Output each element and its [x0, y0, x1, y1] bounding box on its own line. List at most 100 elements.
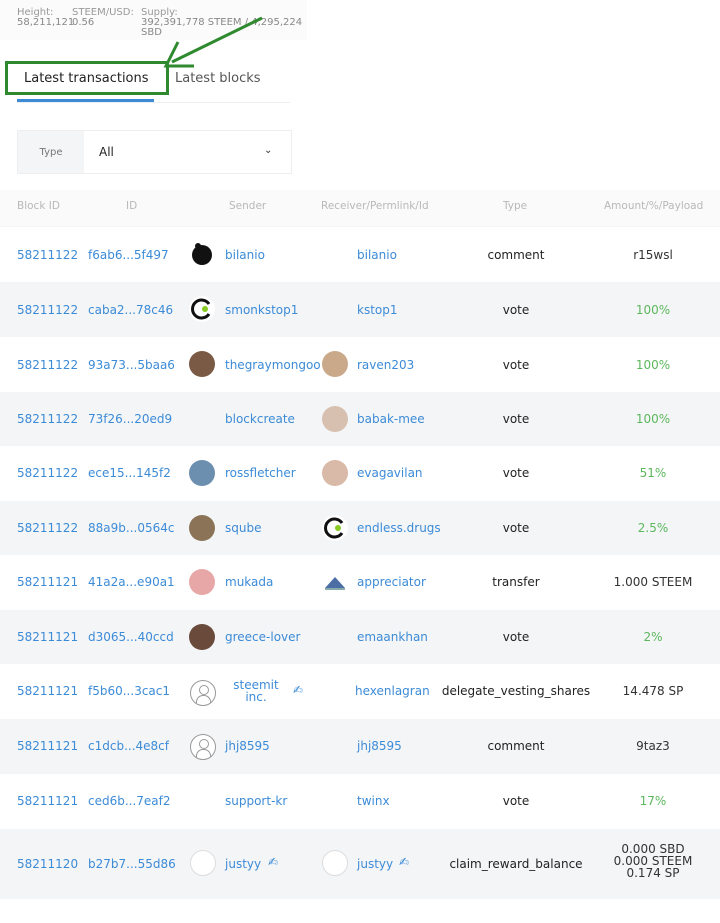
avatar: [322, 515, 348, 541]
table-row: 58211122 88a9b...0564c sqube endless.dru…: [0, 501, 720, 555]
block-id-link[interactable]: 58211122: [17, 412, 78, 426]
tx-type: comment: [487, 248, 545, 262]
tx-id-link[interactable]: 41a2a...e90a1: [88, 575, 175, 589]
block-id-link[interactable]: 58211122: [17, 358, 78, 372]
avatar: [189, 351, 215, 377]
tx-id-link[interactable]: 73f26...20ed9: [88, 412, 172, 426]
block-id-link[interactable]: 58211122: [17, 303, 78, 317]
tx-type: vote: [502, 303, 530, 317]
tx-id-link[interactable]: f5b60...3cac1: [88, 684, 170, 698]
header-block-id: Block ID: [17, 200, 60, 212]
tx-id-link[interactable]: f6ab6...5f497: [88, 248, 169, 262]
sender-link[interactable]: rossfletcher: [225, 466, 296, 480]
sender-link[interactable]: support-kr: [225, 794, 287, 808]
sender-link[interactable]: justyy: [225, 857, 261, 871]
receiver-link[interactable]: appreciator: [357, 575, 426, 589]
type-filter-label: Type: [18, 131, 84, 173]
receiver-link[interactable]: kstop1: [357, 303, 398, 317]
receiver-link[interactable]: jhj8595: [357, 739, 402, 753]
table-row: ✍ ✍ 58211120 b27b7...55d86 justyy justyy…: [0, 829, 720, 899]
type-filter-value[interactable]: All: [99, 145, 114, 159]
avatar: [189, 460, 215, 486]
tx-amount: r15wsl: [633, 248, 673, 262]
receiver-link[interactable]: bilanio: [357, 248, 397, 262]
avatar: [189, 241, 215, 267]
default-avatar-icon: [190, 680, 216, 706]
tx-type: vote: [502, 794, 530, 808]
sender-link[interactable]: thegraymongoo: [225, 358, 321, 372]
tx-id-link[interactable]: 93a73...5baa6: [88, 358, 175, 372]
tx-amount: 14.478 SP: [622, 684, 684, 698]
tx-id-link[interactable]: ced6b...7eaf2: [88, 794, 171, 808]
tx-id-link[interactable]: b27b7...55d86: [88, 857, 176, 871]
table-row: 58211122 ece15...145f2 rossfletcher evag…: [0, 446, 720, 501]
avatar: [189, 515, 215, 541]
block-id-link[interactable]: 58211121: [17, 794, 78, 808]
block-id-link[interactable]: 58211121: [17, 630, 78, 644]
tx-type: vote: [502, 630, 530, 644]
tx-id-link[interactable]: ece15...145f2: [88, 466, 171, 480]
tx-id-link[interactable]: 88a9b...0564c: [88, 521, 174, 535]
avatar: [322, 351, 348, 377]
delegation-icon: ✍: [293, 683, 304, 697]
avatar: [190, 850, 216, 876]
tx-amount: 100%: [635, 358, 671, 372]
sender-link[interactable]: jhj8595: [225, 739, 270, 753]
table-row: 58211121 ced6b...7eaf2 support-kr twinx …: [0, 774, 720, 829]
tx-type: vote: [502, 412, 530, 426]
avatar: [189, 569, 215, 595]
tx-type: comment: [487, 739, 545, 753]
chevron-down-icon[interactable]: ⌄: [264, 145, 272, 156]
sender-link[interactable]: sqube: [225, 521, 261, 535]
avatar: [322, 460, 348, 486]
avatar: [322, 850, 348, 876]
receiver-link[interactable]: raven203: [357, 358, 414, 372]
table-row-partial: [0, 899, 720, 923]
receiver-link[interactable]: evagavilan: [357, 466, 423, 480]
avatar: [189, 624, 215, 650]
header-type: Type: [503, 200, 528, 212]
block-id-link[interactable]: 58211122: [17, 248, 78, 262]
type-filter[interactable]: Type All ⌄: [17, 130, 292, 174]
receiver-link[interactable]: emaankhan: [357, 630, 428, 644]
table-row: 58211121 d3065...40ccd greece-lover emaa…: [0, 610, 720, 664]
tx-amount: 17%: [639, 794, 667, 808]
sender-link[interactable]: smonkstop1: [225, 303, 298, 317]
tx-id-link[interactable]: d3065...40ccd: [88, 630, 174, 644]
block-id-link[interactable]: 58211121: [17, 684, 78, 698]
sender-link[interactable]: steemit inc.: [226, 679, 286, 703]
table-row: 58211121 41a2a...e90a1 mukada appreciato…: [0, 555, 720, 610]
tx-amount: 100%: [635, 412, 671, 426]
receiver-link[interactable]: babak-mee: [357, 412, 425, 426]
tx-type: claim_reward_balance: [449, 857, 583, 871]
block-id-link[interactable]: 58211122: [17, 466, 78, 480]
receiver-link[interactable]: justyy: [357, 857, 393, 871]
tx-type: transfer: [492, 575, 540, 589]
block-id-link[interactable]: 58211121: [17, 575, 78, 589]
receiver-link[interactable]: twinx: [357, 794, 390, 808]
block-id-link[interactable]: 58211121: [17, 739, 78, 753]
tx-type: vote: [502, 466, 530, 480]
tx-amount: 2%: [643, 630, 663, 644]
table-row: 58211122 73f26...20ed9 blockcreate babak…: [0, 392, 720, 446]
block-id-link[interactable]: 58211120: [17, 857, 78, 871]
receiver-link[interactable]: endless.drugs: [357, 521, 441, 535]
tx-id-link[interactable]: c1dcb...4e8cf: [88, 739, 169, 753]
table-row: ✍ 58211121 f5b60...3cac1 steemit inc. he…: [0, 664, 720, 719]
top-right-panel: [307, 0, 720, 190]
sender-link[interactable]: greece-lover: [225, 630, 300, 644]
receiver-link[interactable]: hexenlagran: [355, 684, 430, 698]
tx-id-link[interactable]: caba2...78c46: [88, 303, 173, 317]
tx-amount: 51%: [639, 466, 667, 480]
sender-link[interactable]: mukada: [225, 575, 273, 589]
tx-amount: 0.000 SBD 0.000 STEEM 0.174 SP: [613, 842, 693, 880]
sender-link[interactable]: blockcreate: [225, 412, 295, 426]
tx-type: vote: [502, 521, 530, 535]
block-id-link[interactable]: 58211122: [17, 521, 78, 535]
sender-link[interactable]: bilanio: [225, 248, 265, 262]
default-avatar-icon: [190, 734, 216, 760]
table-row: 58211122 caba2...78c46 smonkstop1 kstop1…: [0, 282, 720, 337]
header-receiver: Receiver/Permlink/Id: [321, 200, 429, 212]
table-row: 58211122 f6ab6...5f497 bilanio bilanio c…: [0, 227, 720, 282]
header-amount: Amount/%/Payload: [604, 200, 704, 212]
